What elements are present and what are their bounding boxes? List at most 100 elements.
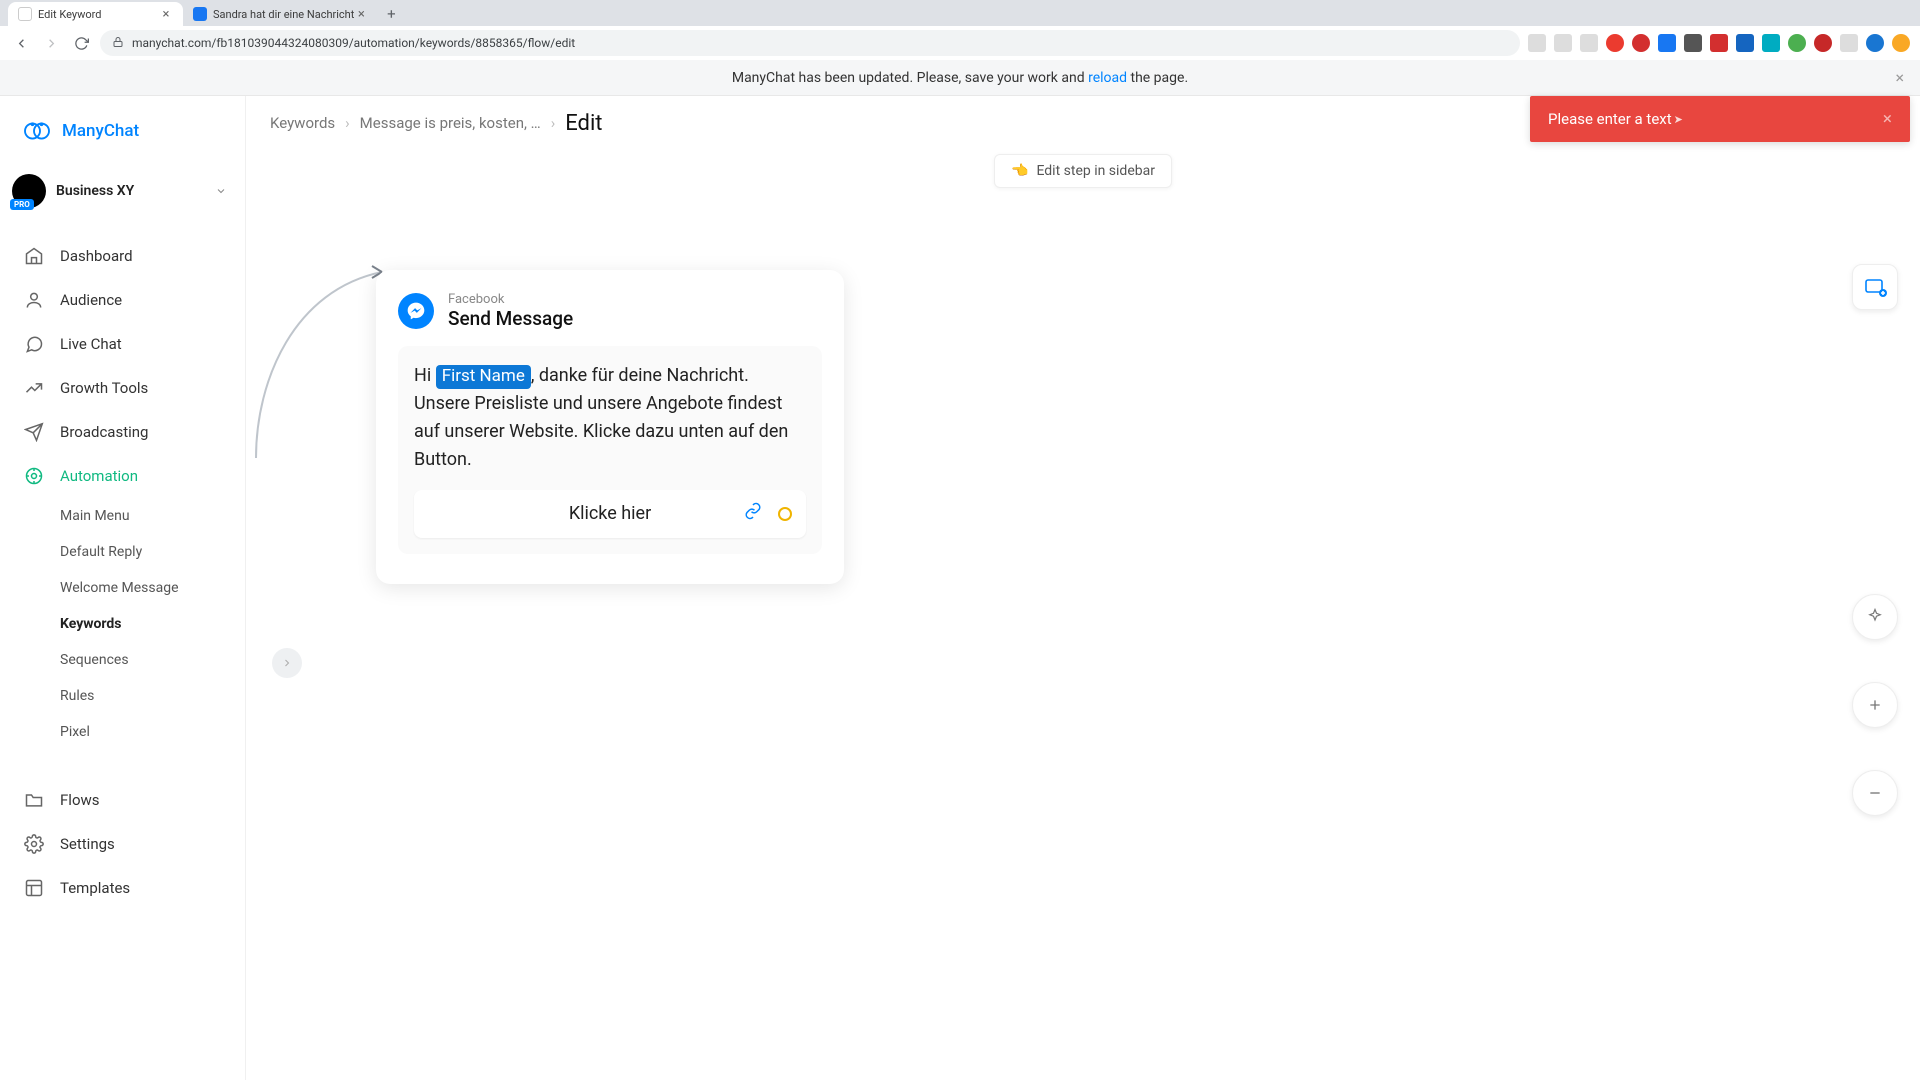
breadcrumb: Keywords › Message is preis, kosten, … ›… xyxy=(270,111,603,136)
subnav-sequences[interactable]: Sequences xyxy=(60,642,245,678)
home-icon xyxy=(24,246,44,266)
message-text[interactable]: Hi First Name, danke für deine Nachricht… xyxy=(414,362,806,474)
chevron-down-icon xyxy=(215,182,227,201)
pro-badge: PRO xyxy=(10,199,34,210)
notification-text: ManyChat has been updated. Please, save … xyxy=(732,70,1188,86)
close-icon[interactable]: × xyxy=(354,7,368,21)
variable-chip-firstname[interactable]: First Name xyxy=(436,365,531,389)
extension-icon[interactable] xyxy=(1762,34,1780,52)
browser-tab-active[interactable]: Edit Keyword × xyxy=(8,2,183,26)
extension-icon[interactable] xyxy=(1632,34,1650,52)
back-button[interactable] xyxy=(10,32,32,54)
nav-templates[interactable]: Templates xyxy=(0,866,245,910)
chat-icon xyxy=(24,334,44,354)
reload-link[interactable]: reload xyxy=(1088,70,1127,86)
app-root: ManyChat PRO Business XY Dashboard Audie… xyxy=(0,96,1920,1080)
extension-icon[interactable] xyxy=(1710,34,1728,52)
output-port[interactable] xyxy=(778,507,792,521)
profile-avatar-icon[interactable] xyxy=(1866,34,1884,52)
close-icon[interactable]: × xyxy=(1895,68,1904,87)
extension-icon[interactable] xyxy=(1788,34,1806,52)
subnav-rules[interactable]: Rules xyxy=(60,678,245,714)
message-button[interactable]: Klicke hier xyxy=(414,490,806,538)
primary-nav: Dashboard Audience Live Chat Growth Tool… xyxy=(0,222,245,910)
extension-icon[interactable] xyxy=(1684,34,1702,52)
extension-icon[interactable] xyxy=(1580,34,1598,52)
url-input[interactable]: manychat.com/fb181039044324080309/automa… xyxy=(100,30,1520,56)
zoom-in-button[interactable] xyxy=(1852,682,1898,728)
forward-button[interactable] xyxy=(40,32,62,54)
nav-automation[interactable]: Automation xyxy=(0,454,245,498)
subnav-pixel[interactable]: Pixel xyxy=(60,714,245,750)
subnav-mainmenu[interactable]: Main Menu xyxy=(60,498,245,534)
nav-settings[interactable]: Settings xyxy=(0,822,245,866)
crumb-current: Edit xyxy=(565,111,602,136)
brand-name: ManyChat xyxy=(62,121,139,141)
reload-button[interactable] xyxy=(70,32,92,54)
workspace-switcher[interactable]: PRO Business XY xyxy=(0,164,245,222)
brand[interactable]: ManyChat xyxy=(0,96,245,164)
nav-label: Automation xyxy=(60,467,138,485)
nav-label: Settings xyxy=(60,835,115,853)
favicon-icon xyxy=(193,7,207,21)
nav-label: Live Chat xyxy=(60,335,122,353)
flow-canvas[interactable]: Facebook Send Message Hi First Name, dan… xyxy=(246,150,1920,1080)
send-icon xyxy=(24,422,44,442)
automation-subnav: Main Menu Default Reply Welcome Message … xyxy=(0,498,245,750)
message-body[interactable]: Hi First Name, danke für deine Nachricht… xyxy=(398,346,822,554)
extension-icon[interactable] xyxy=(1892,34,1910,52)
automation-icon xyxy=(24,466,44,486)
growth-icon xyxy=(24,378,44,398)
subnav-keywords[interactable]: Keywords xyxy=(60,606,245,642)
close-icon[interactable]: × xyxy=(1883,109,1892,129)
crumb-flow[interactable]: Message is preis, kosten, … xyxy=(360,114,541,132)
auto-arrange-button[interactable] xyxy=(1852,594,1898,640)
subnav-welcome[interactable]: Welcome Message xyxy=(60,570,245,606)
node-action: Send Message xyxy=(448,307,573,330)
link-icon xyxy=(744,502,762,525)
extension-icon[interactable] xyxy=(1528,34,1546,52)
new-tab-button[interactable]: + xyxy=(378,2,404,26)
nav-label: Audience xyxy=(60,291,122,309)
zoom-out-button[interactable] xyxy=(1852,770,1898,816)
extension-icon[interactable] xyxy=(1554,34,1572,52)
nav-label: Flows xyxy=(60,791,100,809)
tab-title: Sandra hat dir eine Nachricht xyxy=(213,8,354,21)
crumb-keywords[interactable]: Keywords xyxy=(270,114,335,132)
favicon-icon xyxy=(18,7,32,21)
extensions-row xyxy=(1528,34,1910,52)
lock-icon xyxy=(112,36,124,51)
nav-flows[interactable]: Flows xyxy=(0,778,245,822)
avatar: PRO xyxy=(12,174,46,208)
cursor-icon: ➤ xyxy=(1674,113,1683,126)
nav-label: Broadcasting xyxy=(60,423,148,441)
url-text: manychat.com/fb181039044324080309/automa… xyxy=(132,36,575,50)
node-platform: Facebook xyxy=(448,292,573,307)
extension-icon[interactable] xyxy=(1736,34,1754,52)
nav-dashboard[interactable]: Dashboard xyxy=(0,234,245,278)
browser-tab[interactable]: Sandra hat dir eine Nachricht × xyxy=(183,2,378,26)
tab-strip: Edit Keyword × Sandra hat dir eine Nachr… xyxy=(0,0,1920,26)
collapse-handle[interactable] xyxy=(272,648,302,678)
extension-icon[interactable] xyxy=(1658,34,1676,52)
nav-growth[interactable]: Growth Tools xyxy=(0,366,245,410)
nav-livechat[interactable]: Live Chat xyxy=(0,322,245,366)
nav-audience[interactable]: Audience xyxy=(0,278,245,322)
error-toast: Please enter a text ➤ × xyxy=(1530,96,1910,142)
messenger-icon xyxy=(398,293,434,329)
extension-icon[interactable] xyxy=(1840,34,1858,52)
close-icon[interactable]: × xyxy=(159,7,173,21)
extension-icon[interactable] xyxy=(1606,34,1624,52)
subnav-defaultreply[interactable]: Default Reply xyxy=(60,534,245,570)
send-message-node[interactable]: Facebook Send Message Hi First Name, dan… xyxy=(376,270,844,584)
main-area: Keywords › Message is preis, kosten, … ›… xyxy=(246,96,1920,1080)
nav-label: Growth Tools xyxy=(60,379,148,397)
nav-label: Dashboard xyxy=(60,247,133,265)
nav-broadcasting[interactable]: Broadcasting xyxy=(0,410,245,454)
browser-chrome: Edit Keyword × Sandra hat dir eine Nachr… xyxy=(0,0,1920,60)
extension-icon[interactable] xyxy=(1814,34,1832,52)
notification-suffix: the page. xyxy=(1127,70,1188,86)
node-title-group: Facebook Send Message xyxy=(448,292,573,330)
sidebar: ManyChat PRO Business XY Dashboard Audie… xyxy=(0,96,246,1080)
add-step-button[interactable] xyxy=(1852,264,1898,310)
